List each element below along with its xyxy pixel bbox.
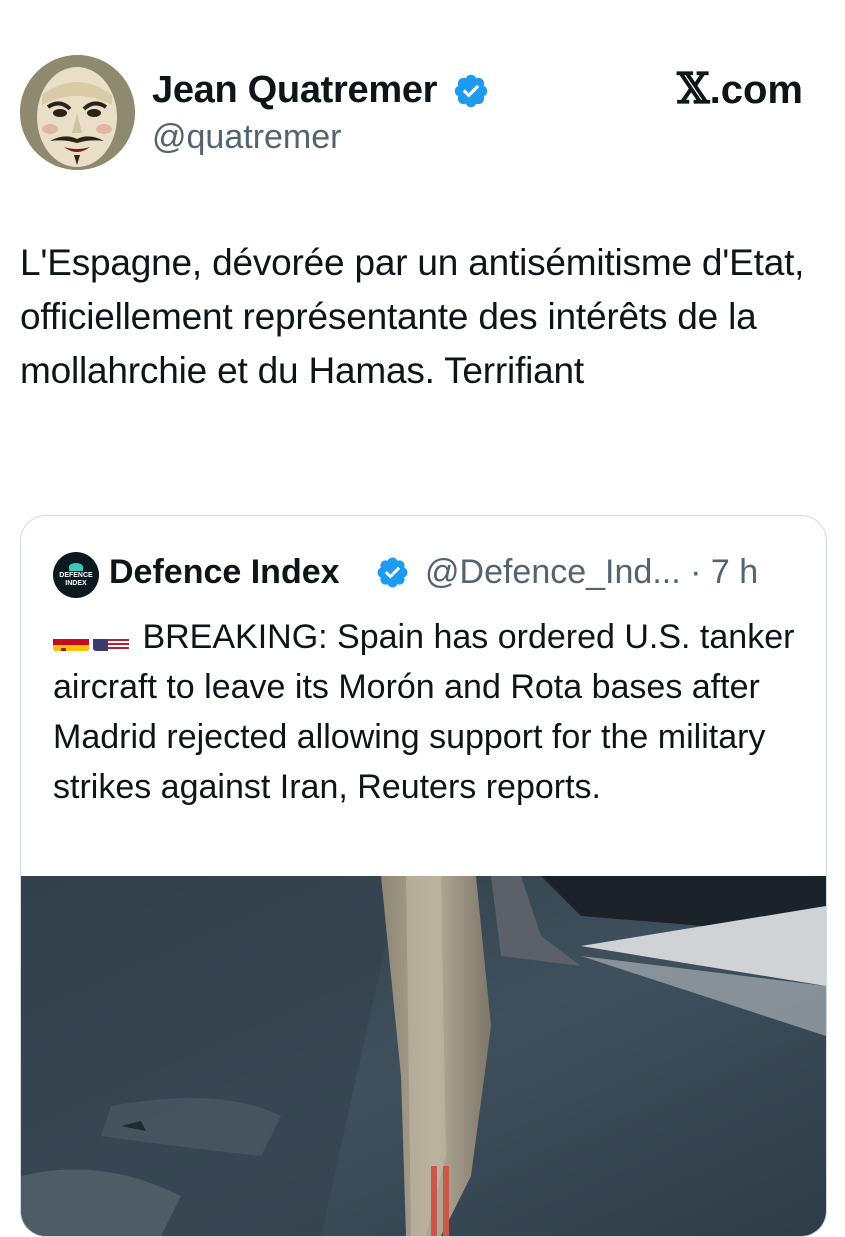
tweet-screenshot: Jean Quatremer @quatremer 𝕏.com L'Espagn… bbox=[0, 0, 845, 1237]
verified-badge-icon bbox=[377, 557, 408, 588]
masked-face-avatar-icon bbox=[20, 55, 135, 170]
quote-handle-time[interactable]: @Defence_Ind... · 7 h bbox=[425, 552, 758, 592]
quote-display-name[interactable]: Defence Index bbox=[109, 552, 340, 592]
logo-text: DEFENCE INDEX bbox=[59, 571, 93, 587]
author-handle[interactable]: @quatremer bbox=[152, 116, 341, 158]
author-display-name[interactable]: Jean Quatremer bbox=[152, 68, 437, 112]
logo-mark-icon bbox=[69, 562, 83, 571]
defence-index-logo[interactable]: DEFENCE INDEX bbox=[53, 552, 99, 598]
x-logo-icon: 𝕏 bbox=[677, 64, 710, 113]
quote-body: BREAKING: Spain has ordered U.S. tanker … bbox=[53, 612, 803, 812]
refueling-boom-photo bbox=[21, 876, 826, 1236]
tweet-body: L'Espagne, dévorée par un antisémitisme … bbox=[20, 242, 805, 391]
quoted-tweet-card[interactable]: DEFENCE INDEX Defence Index @Defence_Ind… bbox=[20, 515, 827, 1237]
quote-media-image[interactable] bbox=[21, 876, 826, 1236]
author-avatar[interactable] bbox=[20, 55, 135, 170]
usa-flag-icon bbox=[93, 627, 129, 651]
x-brand-label: 𝕏.com bbox=[677, 66, 803, 113]
verified-badge-icon bbox=[454, 74, 488, 108]
brand-suffix: .com bbox=[709, 68, 803, 112]
spain-flag-icon bbox=[53, 627, 89, 651]
quote-text: BREAKING: Spain has ordered U.S. tanker … bbox=[53, 618, 795, 806]
